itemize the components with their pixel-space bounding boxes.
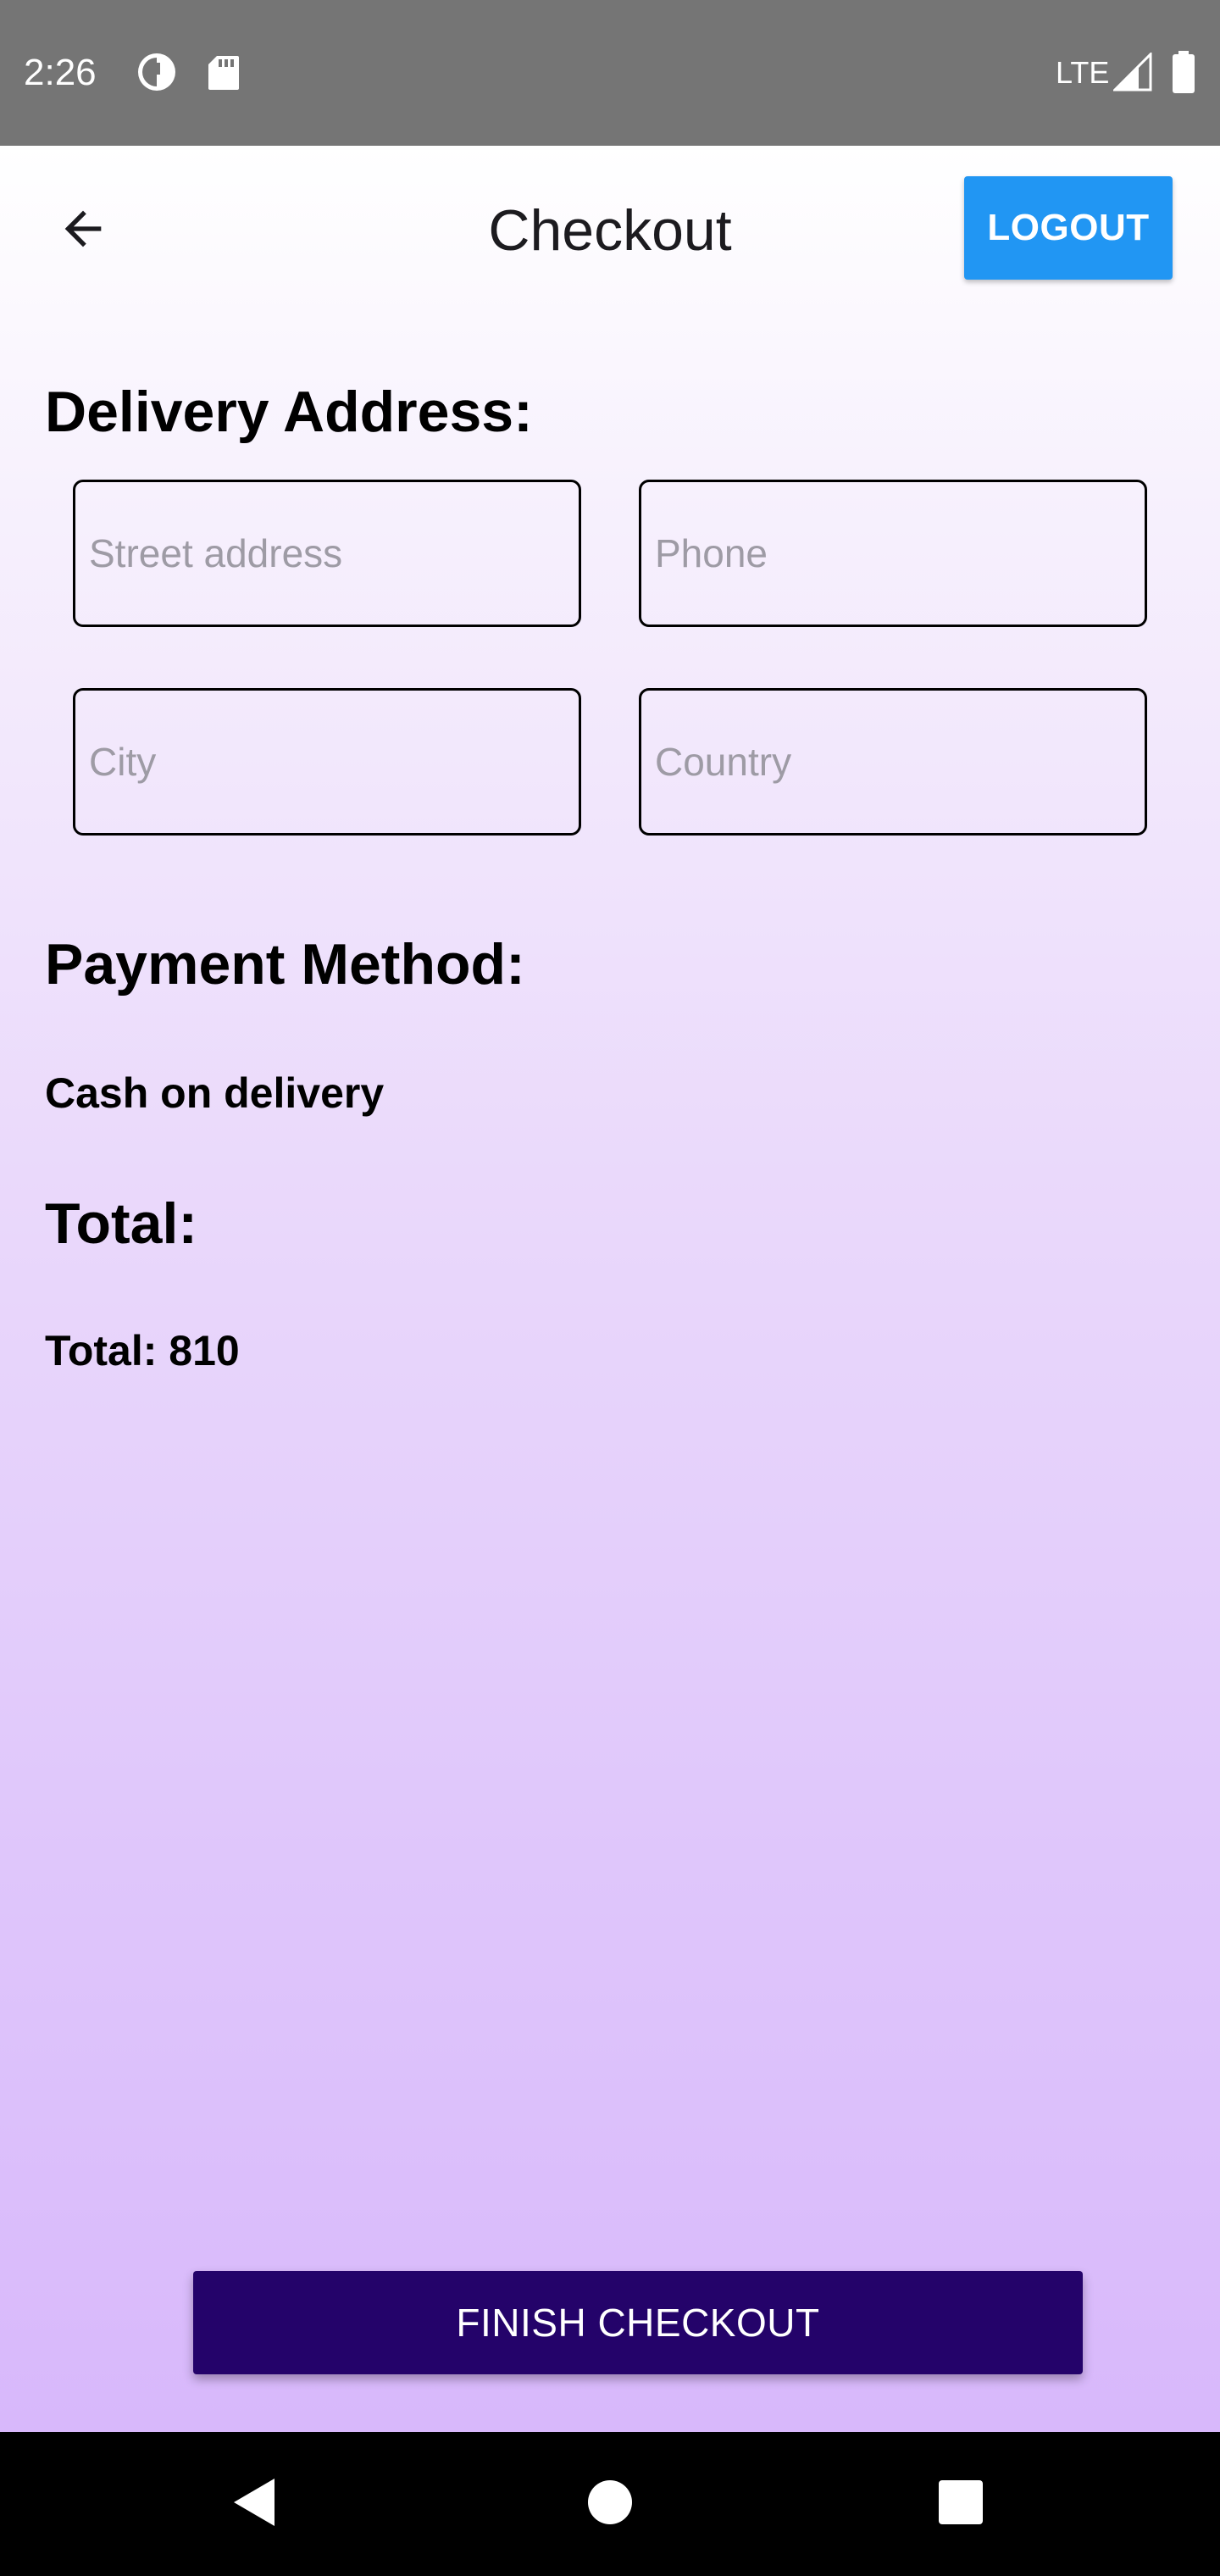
battery-icon <box>1171 51 1196 97</box>
network-type: LTE <box>1056 55 1110 90</box>
recents-square-icon <box>938 2479 984 2529</box>
logout-button[interactable]: LOGOUT <box>964 176 1173 280</box>
home-circle-icon <box>586 2479 634 2530</box>
back-triangle-icon <box>229 2475 280 2534</box>
street-address-field[interactable] <box>73 480 581 627</box>
total-value: Total: 810 <box>45 1327 240 1374</box>
phone-field[interactable] <box>639 480 1147 627</box>
signal-icon <box>1112 51 1152 96</box>
finish-checkout-button[interactable]: FINISH CHECKOUT <box>193 2271 1083 2374</box>
system-nav-bar <box>0 2432 1220 2576</box>
city-field[interactable] <box>73 688 581 836</box>
status-time: 2:26 <box>24 52 97 93</box>
checkout-screen: Checkout LOGOUT Delivery Address: Paymen… <box>0 146 1220 2432</box>
nav-recents-button[interactable] <box>918 2462 1003 2546</box>
arrow-back-icon <box>56 202 110 260</box>
app-bar: Checkout LOGOUT <box>0 146 1220 315</box>
payment-method-value: Cash on delivery <box>45 1069 385 1117</box>
total-heading: Total: <box>45 1191 198 1256</box>
payment-method-heading: Payment Method: <box>45 932 525 997</box>
nav-home-button[interactable] <box>568 2462 652 2546</box>
data-saver-icon <box>136 51 178 97</box>
delivery-address-heading: Delivery Address: <box>45 380 533 444</box>
nav-back-button[interactable] <box>212 2462 297 2546</box>
status-bar: 2:26 LTE <box>0 0 1220 146</box>
country-field[interactable] <box>639 688 1147 836</box>
back-button[interactable] <box>37 185 129 276</box>
sd-card-icon <box>207 54 241 96</box>
